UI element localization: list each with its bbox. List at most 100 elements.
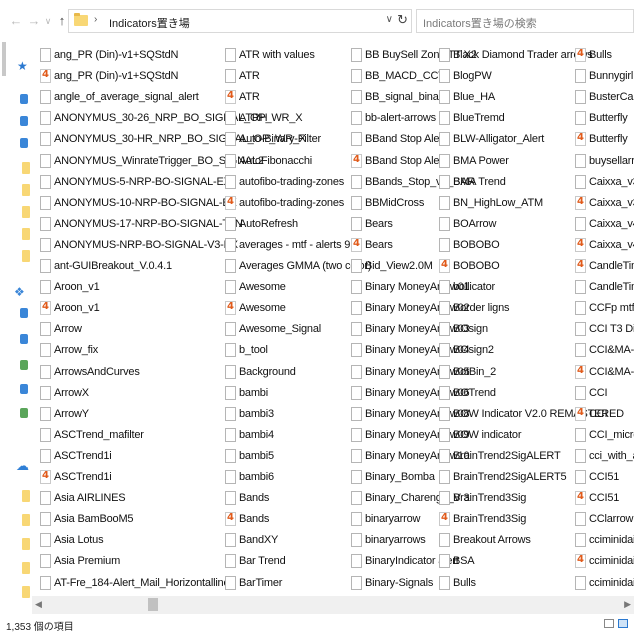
file-icon xyxy=(439,343,450,358)
sheets-folder-icon[interactable] xyxy=(20,360,28,370)
onedrive-folder-icon[interactable] xyxy=(20,384,28,394)
file-name: BMA Power xyxy=(453,154,509,167)
status-bar: 1,353 個の項目 xyxy=(0,614,634,634)
file-icon xyxy=(439,48,450,62)
pictures-icon[interactable] xyxy=(20,138,28,148)
file-icon xyxy=(575,322,586,337)
mq4-file-icon xyxy=(439,512,450,527)
file-name: BBMidCross xyxy=(365,196,425,209)
address-dropdown-icon[interactable]: ∨ xyxy=(386,14,393,25)
documents-icon[interactable] xyxy=(20,116,28,126)
file-icon xyxy=(225,216,236,231)
details-view-icon[interactable] xyxy=(604,619,614,628)
file-name: angle_of_average_signal_alert xyxy=(54,91,199,104)
file-name: BB_MACD_CCT xyxy=(365,70,445,83)
file-icon xyxy=(225,385,236,400)
file-icon xyxy=(40,111,51,126)
file-icon xyxy=(225,343,236,358)
mq4-file-icon xyxy=(225,195,236,210)
search-input[interactable]: Indicators置き場の検索 xyxy=(416,9,634,33)
file-name: BN_HighLow_ATM xyxy=(453,196,543,209)
file-icon xyxy=(40,491,51,506)
file-name: Black Diamond Trader arrows xyxy=(453,49,593,61)
address-bar[interactable]: › Indicators置き場 ∨ ↻ xyxy=(68,9,412,33)
file-icon xyxy=(439,174,450,189)
file-icon xyxy=(439,301,450,316)
back-arrow-icon[interactable]: ← xyxy=(8,12,24,30)
file-name: Breakout Arrows xyxy=(453,534,531,547)
folder-icon[interactable] xyxy=(22,562,30,574)
navigation-scrollbar[interactable] xyxy=(2,42,6,76)
onedrive-folder-icon[interactable] xyxy=(20,308,28,318)
file-icon xyxy=(439,427,450,442)
file-name: ASCTrend1i xyxy=(54,449,112,462)
refresh-icon[interactable]: ↻ xyxy=(397,12,408,28)
file-icon xyxy=(575,512,586,527)
file-name: Bears xyxy=(365,217,393,230)
list-view-icon[interactable] xyxy=(618,619,628,628)
file-icon xyxy=(225,174,236,189)
file-icon xyxy=(351,512,362,527)
folder-icon[interactable] xyxy=(22,490,30,502)
file-icon xyxy=(439,448,450,463)
file-name: BBand Stop Alert xyxy=(365,133,446,146)
file-icon xyxy=(225,448,236,463)
file-icon xyxy=(351,491,362,506)
file-name: Bunnygirl Cross xyxy=(589,70,634,83)
pinned-folder-icon[interactable] xyxy=(22,250,30,262)
file-icon xyxy=(225,280,236,295)
folder-icon[interactable] xyxy=(22,538,30,550)
horizontal-scrollbar[interactable]: ◀ ▶ xyxy=(32,596,634,614)
file-icon xyxy=(575,301,586,316)
file-name: autofibo-trading-zones xyxy=(239,175,345,188)
file-name: Caixxa_v4 xyxy=(589,238,634,251)
breadcrumb-current-folder[interactable]: Indicators置き場 xyxy=(109,15,190,31)
file-icon xyxy=(575,69,586,84)
file-name: BSA xyxy=(453,555,475,568)
folder-icon[interactable] xyxy=(22,514,30,526)
scroll-left-icon[interactable]: ◀ xyxy=(35,599,42,610)
file-name: Arrow xyxy=(54,323,82,336)
scrollbar-thumb[interactable] xyxy=(148,598,158,611)
file-name: CCI51 xyxy=(589,471,620,483)
file-icon xyxy=(439,385,450,400)
file-name: ANONYMUS-NRP-BO-SIGNAL-V3-EX xyxy=(54,238,238,251)
pinned-folder-icon[interactable] xyxy=(22,206,30,218)
onedrive-cloud-icon[interactable]: ☁ xyxy=(16,459,30,472)
file-name: BOW indicator xyxy=(453,428,522,441)
file-name: BOBOBO xyxy=(453,238,500,251)
pinned-folder-icon[interactable] xyxy=(22,162,30,174)
mq4-file-icon xyxy=(575,406,586,421)
file-name: ant-GUIBreakout_V.0.4.1 xyxy=(54,260,172,272)
file-icon xyxy=(439,533,450,548)
file-icon xyxy=(439,216,450,231)
sheets-folder-icon[interactable] xyxy=(20,408,28,418)
onedrive-folder-icon[interactable] xyxy=(20,334,28,344)
breadcrumb-chevron-icon[interactable]: › xyxy=(94,14,97,25)
file-name: ANONYMUS-10-NRP-BO-SIGNAL-EX xyxy=(54,196,237,209)
file-name: BandXY xyxy=(239,534,279,547)
file-name: Awesome xyxy=(239,302,286,315)
folder-icon[interactable] xyxy=(22,586,30,598)
file-icon xyxy=(351,174,362,189)
file-icon xyxy=(225,427,236,442)
file-name: Bears xyxy=(365,238,393,251)
quick-access-pin-icon[interactable]: ★ xyxy=(17,60,31,72)
file-name: BOTrend xyxy=(453,386,496,399)
file-name: Asia BamBooM5 xyxy=(54,513,134,526)
downloads-icon[interactable] xyxy=(20,94,28,104)
file-name: Border ligns xyxy=(453,302,510,315)
pinned-folder-icon[interactable] xyxy=(22,184,30,196)
file-name: Aroon_v1 xyxy=(54,302,100,315)
file-name: BrainTrend2SigALERT5 xyxy=(453,471,567,483)
file-name: Bulls xyxy=(589,49,612,61)
mq4-file-icon xyxy=(439,259,450,273)
dropbox-icon[interactable]: ❖ xyxy=(14,286,28,298)
scroll-right-icon[interactable]: ▶ xyxy=(624,599,631,610)
file-icon xyxy=(351,406,362,421)
file-name: BrainTrend3Sig xyxy=(453,492,527,505)
pinned-folder-icon[interactable] xyxy=(22,228,30,240)
file-icon xyxy=(40,259,51,273)
file-icon xyxy=(351,575,362,590)
file-name: binaryarrows xyxy=(365,534,426,547)
